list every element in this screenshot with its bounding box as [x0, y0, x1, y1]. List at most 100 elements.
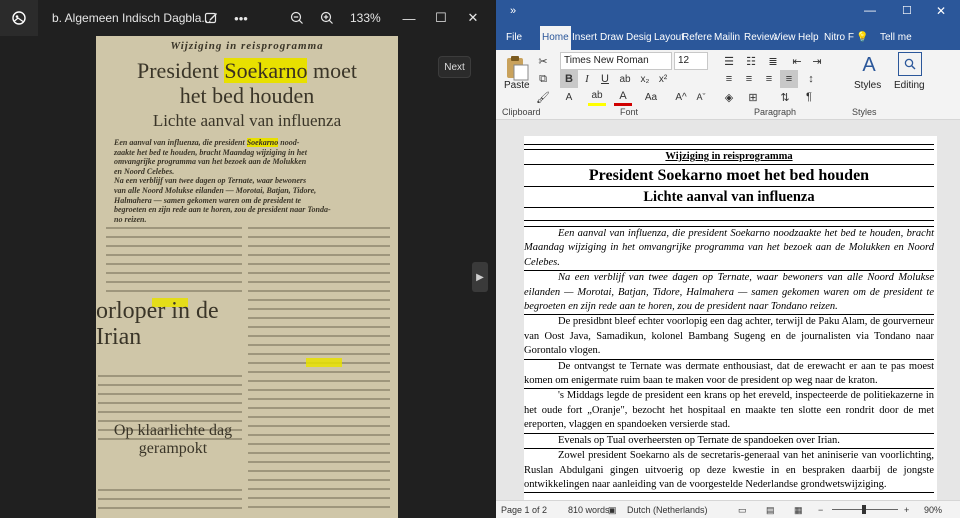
align-right-icon[interactable]: ≡	[760, 70, 778, 88]
doc-kicker[interactable]: Wijziging in reisprogramma	[524, 150, 934, 165]
minimize-icon[interactable]: —	[396, 6, 422, 30]
tab-mailings[interactable]: Mailin	[712, 26, 742, 50]
more-options-icon[interactable]: •••	[228, 6, 254, 30]
format-painter-icon[interactable]: 🖌	[534, 88, 552, 106]
viewer-titlebar: b. Algemeen Indisch Dagbla... ••• 133% —…	[0, 0, 494, 36]
doc-title[interactable]: President Soekarno moet het bed houden	[524, 165, 934, 187]
next-tooltip: Next	[438, 56, 471, 78]
lightbulb-icon[interactable]: 💡	[854, 26, 870, 50]
maximize-icon[interactable]: ☐	[902, 4, 912, 17]
tab-design[interactable]: Desig	[624, 26, 654, 50]
next-image-button[interactable]: ▶	[472, 262, 488, 292]
document-canvas: Wijziging in reisprogramma President Soe…	[510, 132, 960, 500]
bullets-icon[interactable]: ☰	[720, 52, 738, 70]
proofing-icon[interactable]: ▣	[608, 505, 617, 516]
grow-font-icon[interactable]: A^	[672, 88, 690, 106]
multilevel-list-icon[interactable]: ≣	[764, 52, 782, 70]
borders-icon[interactable]: ⊞	[744, 88, 762, 106]
underline-icon[interactable]: U	[596, 70, 614, 88]
doc-paragraph[interactable]: 's Middags legde de president een krans …	[524, 389, 934, 434]
zoom-slider-thumb[interactable]	[862, 505, 866, 514]
tab-references[interactable]: Refere	[680, 26, 714, 50]
paste-icon[interactable]	[504, 54, 530, 82]
focus-icon[interactable]: ▭	[738, 505, 747, 516]
font-color-icon[interactable]: A	[614, 88, 632, 106]
doc-paragraph[interactable]: Evenals op Tual overheersten op Ternate …	[524, 434, 934, 450]
zoom-out-icon[interactable]	[284, 6, 310, 30]
zoom-percent[interactable]: 90%	[924, 505, 942, 515]
tab-home[interactable]: Home	[540, 26, 571, 50]
subscript-icon[interactable]: x₂	[636, 70, 654, 88]
italic-icon[interactable]: I	[578, 70, 596, 88]
zoom-out-icon[interactable]: −	[818, 505, 823, 515]
vertical-ruler[interactable]	[496, 132, 510, 500]
tab-draw[interactable]: Draw	[598, 26, 625, 50]
doc-paragraph[interactable]: De presidbnt bleef echter voorlopig een …	[524, 315, 934, 360]
justify-icon[interactable]: ≡	[780, 70, 798, 88]
copy-icon[interactable]: ⧉	[534, 70, 552, 88]
print-layout-icon[interactable]: ▤	[766, 505, 775, 516]
shading-icon[interactable]: ◈	[720, 88, 738, 106]
clipping-side-headline-2: Op klaarlichte dag gerampokt	[113, 422, 233, 457]
decrease-indent-icon[interactable]: ⇤	[788, 52, 806, 70]
edit-image-icon[interactable]	[198, 6, 224, 30]
sort-icon[interactable]: ⇅	[776, 88, 794, 106]
styles-icon[interactable]: A	[856, 52, 882, 78]
minimize-icon[interactable]: —	[864, 3, 876, 17]
document-page[interactable]: Wijziging in reisprogramma President Soe…	[524, 136, 937, 500]
clipping-kicker: Wijziging in reisprogramma	[170, 40, 324, 52]
shrink-font-icon[interactable]: Aˇ	[692, 88, 710, 106]
paste-label[interactable]: Paste	[504, 80, 530, 91]
zoom-in-icon[interactable]: +	[904, 505, 909, 515]
align-left-icon[interactable]: ≡	[720, 70, 738, 88]
find-icon[interactable]	[898, 52, 922, 76]
doc-paragraph[interactable]: Zowel president Soekarno als de secretar…	[524, 449, 934, 494]
clipping-side-headline: orloper in de Irian	[96, 298, 219, 350]
zoom-in-icon[interactable]	[314, 6, 340, 30]
web-layout-icon[interactable]: ▦	[794, 505, 803, 516]
photo-viewer-window: b. Algemeen Indisch Dagbla... ••• 133% —…	[0, 0, 494, 518]
photos-app-icon[interactable]	[0, 0, 38, 36]
editing-label[interactable]: Editing	[894, 80, 925, 91]
page-count[interactable]: Page 1 of 2	[501, 505, 547, 515]
document-body[interactable]: Wijziging in reisprogramma President Soe…	[524, 144, 934, 494]
numbering-icon[interactable]: ☷	[742, 52, 760, 70]
doc-paragraph[interactable]: Een aanval van influenza, die president …	[524, 227, 934, 272]
word-count[interactable]: 810 words	[568, 505, 610, 515]
text-effects-icon[interactable]: A	[560, 88, 578, 106]
font-name-box[interactable]: Times New Roman	[560, 52, 672, 70]
clipping-body-columns	[98, 227, 390, 509]
tab-help[interactable]: Help	[796, 26, 821, 50]
ribbon-home: Paste ✂ ⧉ 🖌 Clipboard Times New Roman 12…	[496, 50, 960, 120]
styles-label[interactable]: Styles	[854, 80, 881, 91]
tab-nitro-p[interactable]: Nitro F	[822, 26, 856, 50]
horizontal-ruler[interactable]	[496, 120, 960, 132]
superscript-icon[interactable]: x²	[654, 70, 672, 88]
doc-paragraph[interactable]: De ontvangst te Ternate was dermate enth…	[524, 360, 934, 390]
show-marks-icon[interactable]: ¶	[800, 88, 818, 106]
tab-file[interactable]: File	[504, 26, 524, 50]
increase-indent-icon[interactable]: ⇥	[808, 52, 826, 70]
doc-subtitle[interactable]: Lichte aanval van influenza	[524, 187, 934, 208]
tell-me-search[interactable]: Tell me	[878, 26, 914, 50]
word-titlebar: » — ☐ ✕	[496, 0, 960, 26]
close-icon[interactable]: ✕	[460, 6, 486, 30]
doc-paragraph[interactable]: Na een verblijf van twee dagen op Ternat…	[524, 271, 934, 316]
font-size-box[interactable]: 12	[674, 52, 708, 70]
bold-icon[interactable]: B	[560, 70, 578, 88]
change-case-icon[interactable]: Aa	[642, 88, 660, 106]
highlight-icon[interactable]: ab	[588, 88, 606, 106]
ribbon-tabs: File Home Insert Draw Desig Layout Refere Maili…	[496, 26, 960, 50]
tab-view[interactable]: View	[772, 26, 798, 50]
tab-insert[interactable]: Insert	[570, 26, 599, 50]
back-icon[interactable]: »	[510, 5, 516, 17]
line-spacing-icon[interactable]: ↕	[802, 70, 820, 88]
maximize-icon[interactable]: ☐	[428, 6, 454, 30]
align-center-icon[interactable]: ≡	[740, 70, 758, 88]
close-icon[interactable]: ✕	[936, 4, 946, 18]
file-name: b. Algemeen Indisch Dagbla...	[52, 11, 212, 25]
cut-icon[interactable]: ✂	[534, 52, 552, 70]
language[interactable]: Dutch (Netherlands)	[627, 505, 708, 515]
strikethrough-icon[interactable]: ab	[616, 70, 634, 88]
zoom-level[interactable]: 133%	[350, 11, 381, 25]
